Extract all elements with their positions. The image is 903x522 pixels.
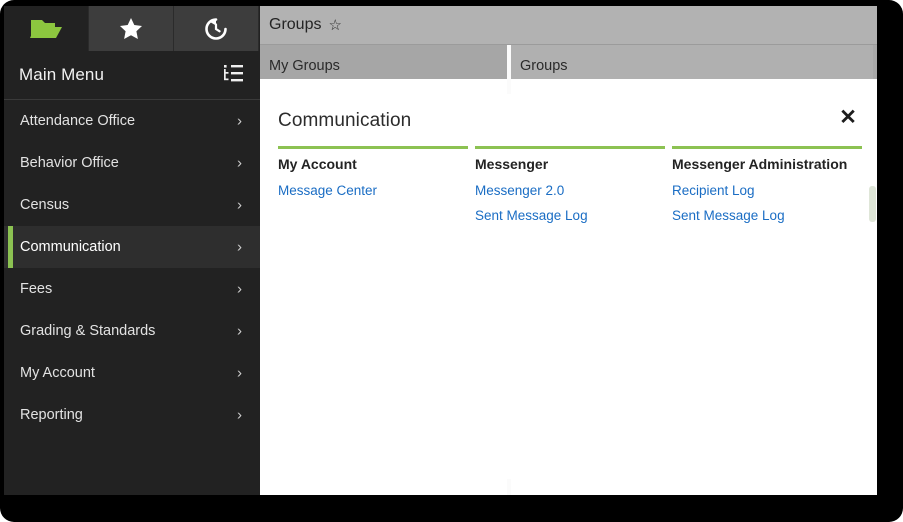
tab-favorites[interactable] [89,6,174,51]
sidebar-item-label: Behavior Office [20,155,119,171]
link-messenger-20[interactable]: Messenger 2.0 [475,178,665,203]
main-menu-header: Main Menu [4,51,260,100]
panel-groups-title: Groups [520,58,568,74]
sidebar-item-grading-and-standards[interactable]: Grading & Standards › [4,310,260,352]
history-icon [203,16,229,42]
sidebar-nav-list: Attendance Office › Behavior Office › Ce… [4,100,260,436]
tab-main-menu[interactable] [4,6,89,51]
scrollbar-thumb[interactable] [869,186,876,222]
link-sent-message-log[interactable]: Sent Message Log [475,203,665,228]
sidebar-item-label: My Account [20,365,95,381]
chevron-right-icon: › [237,112,242,130]
tab-history[interactable] [174,6,259,51]
sidebar: Main Menu Attendance Office › Behavior O… [4,6,260,495]
sidebar-item-reporting[interactable]: Reporting › [4,394,260,436]
sidebar-item-label: Fees [20,281,53,297]
chevron-right-icon: › [237,322,242,340]
chevron-right-icon: › [237,238,242,256]
page-header: Groups ☆ [260,6,877,45]
sidebar-item-communication[interactable]: Communication › [4,226,260,268]
sidebar-item-label: Communication [20,239,121,255]
link-recipient-log[interactable]: Recipient Log [672,178,862,203]
sidebar-item-my-account[interactable]: My Account › [4,352,260,394]
app-screen: Main Menu Attendance Office › Behavior O… [4,6,877,495]
sidebar-item-fees[interactable]: Fees › [4,268,260,310]
communication-columns: My Account Message Center Messenger Mess… [278,146,869,228]
page-title: Groups [269,16,322,33]
favorite-star-icon[interactable]: ☆ [328,18,341,33]
folder-icon [29,16,63,42]
link-sent-message-log-admin[interactable]: Sent Message Log [672,203,862,228]
sidebar-item-label: Grading & Standards [20,323,156,339]
close-icon[interactable]: ✕ [837,106,859,128]
sidebar-item-behavior-office[interactable]: Behavior Office › [4,142,260,184]
communication-panel-title: Communication [278,110,412,131]
column-my-account: My Account Message Center [278,146,468,228]
chevron-right-icon: › [237,196,242,214]
chevron-right-icon: › [237,280,242,298]
link-message-center[interactable]: Message Center [278,178,468,203]
device-frame: Main Menu Attendance Office › Behavior O… [0,0,903,522]
sidebar-tabstrip [4,6,260,51]
main-menu-title: Main Menu [19,65,104,84]
sidebar-item-label: Reporting [20,407,83,423]
sidebar-item-label: Census [20,197,70,213]
sidebar-item-attendance-office[interactable]: Attendance Office › [4,100,260,142]
star-icon [119,17,143,40]
column-heading: Messenger [475,156,549,172]
panel-my-groups-title: My Groups [269,58,340,74]
column-heading: Messenger Administration [672,156,848,172]
sidebar-item-label: Attendance Office [20,113,136,129]
chevron-right-icon: › [237,364,242,382]
communication-menu-panel: Communication ✕ My Account Message Cente… [260,94,877,479]
tree-list-icon[interactable] [223,64,244,88]
chevron-right-icon: › [237,154,242,172]
chevron-right-icon: › [237,406,242,424]
column-messenger-administration: Messenger Administration Recipient Log S… [672,146,862,228]
sidebar-item-census[interactable]: Census › [4,184,260,226]
column-heading: My Account [278,156,357,172]
column-messenger: Messenger Messenger 2.0 Sent Message Log [475,146,665,228]
